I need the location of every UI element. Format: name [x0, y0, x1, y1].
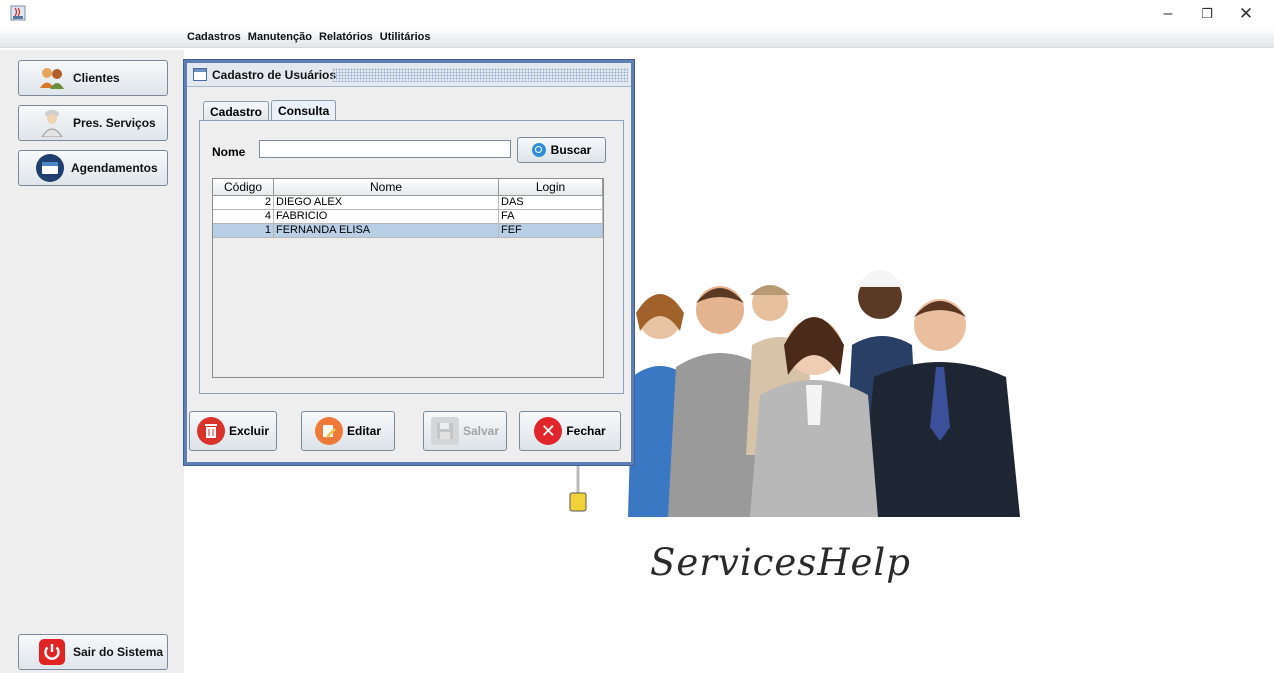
close-window-button[interactable]: ✕: [1226, 3, 1266, 25]
cell-login: FEF: [499, 224, 603, 237]
sidebar: Clientes Pres. Serviços Agendamentos Sai…: [0, 50, 184, 673]
table-row[interactable]: 2 DIEGO ALEX DAS: [213, 196, 603, 210]
window-icon: [193, 68, 207, 81]
trash-icon: [196, 417, 225, 445]
fechar-label: Fechar: [566, 424, 606, 438]
salvar-button[interactable]: Salvar: [423, 411, 507, 451]
cell-nome: DIEGO ALEX: [274, 196, 499, 209]
brand-logo-text: ServicesHelp: [650, 541, 911, 584]
consulta-panel: Nome Buscar Código Nome Login 2 DIEGO AL…: [199, 120, 624, 394]
nome-search-input[interactable]: [259, 140, 511, 158]
menu-relatorios[interactable]: Relatórios: [319, 31, 373, 43]
table-header: Código Nome Login: [213, 179, 603, 196]
tab-strip: Cadastro Consulta: [203, 100, 338, 121]
frame-titlebar[interactable]: Cadastro de Usuários: [187, 63, 631, 87]
edit-icon: [314, 417, 343, 445]
buscar-label: Buscar: [550, 143, 592, 157]
service-provider-icon: [37, 108, 67, 138]
clientes-button[interactable]: Clientes: [18, 60, 168, 96]
tab-cadastro[interactable]: Cadastro: [203, 101, 270, 121]
header-codigo[interactable]: Código: [213, 179, 274, 195]
cell-codigo: 1: [213, 224, 274, 237]
cell-nome: FERNANDA ELISA: [274, 224, 499, 237]
table-row[interactable]: 4 FABRICIO FA: [213, 210, 603, 224]
restore-button[interactable]: ❐: [1187, 3, 1227, 25]
frame-title: Cadastro de Usuários: [212, 68, 337, 82]
minimize-button[interactable]: –: [1148, 3, 1188, 25]
nome-label: Nome: [212, 145, 246, 159]
menu-manutencao[interactable]: Manutenção: [248, 31, 312, 43]
menu-items: Cadastros Manutenção Relatórios Utilitár…: [187, 31, 431, 43]
tab-consulta[interactable]: Consulta: [271, 100, 337, 121]
excluir-label: Excluir: [228, 424, 270, 438]
editar-button[interactable]: Editar: [301, 411, 395, 451]
sair-do-sistema-label: Sair do Sistema: [73, 645, 164, 659]
cadastro-usuarios-window: Cadastro de Usuários Cadastro Consulta N…: [184, 60, 634, 465]
pres-servicos-label: Pres. Serviços: [73, 116, 156, 130]
window-titlebar: – ❐ ✕: [0, 0, 1274, 28]
header-login[interactable]: Login: [499, 179, 603, 195]
menu-cadastros[interactable]: Cadastros: [187, 31, 241, 43]
header-nome[interactable]: Nome: [274, 179, 499, 195]
save-icon: [430, 417, 459, 445]
clients-icon: [37, 63, 67, 93]
clientes-label: Clientes: [73, 71, 120, 85]
titlebar-grip: [332, 68, 628, 82]
editar-label: Editar: [346, 424, 381, 438]
cell-nome: FABRICIO: [274, 210, 499, 223]
java-app-icon: [10, 5, 26, 21]
cell-codigo: 2: [213, 196, 274, 209]
table-row-selected[interactable]: 1 FERNANDA ELISA FEF: [213, 224, 603, 238]
cell-login: FA: [499, 210, 603, 223]
buscar-button[interactable]: Buscar: [517, 137, 606, 163]
users-table: Código Nome Login 2 DIEGO ALEX DAS 4 FAB…: [212, 178, 604, 378]
menubar: Cadastros Manutenção Relatórios Utilitár…: [0, 28, 1274, 48]
agendamentos-label: Agendamentos: [71, 161, 158, 175]
search-icon: [531, 143, 546, 157]
menu-utilitarios[interactable]: Utilitários: [380, 31, 431, 43]
power-icon: [37, 637, 67, 667]
sair-do-sistema-button[interactable]: Sair do Sistema: [18, 634, 168, 670]
agendamentos-button[interactable]: Agendamentos: [18, 150, 168, 186]
excluir-button[interactable]: Excluir: [189, 411, 277, 451]
pres-servicos-button[interactable]: Pres. Serviços: [18, 105, 168, 141]
calendar-icon: [35, 153, 65, 183]
salvar-label: Salvar: [462, 424, 500, 438]
cell-codigo: 4: [213, 210, 274, 223]
fechar-button[interactable]: ✕ Fechar: [519, 411, 621, 451]
cell-login: DAS: [499, 196, 603, 209]
close-icon: ✕: [534, 417, 563, 445]
